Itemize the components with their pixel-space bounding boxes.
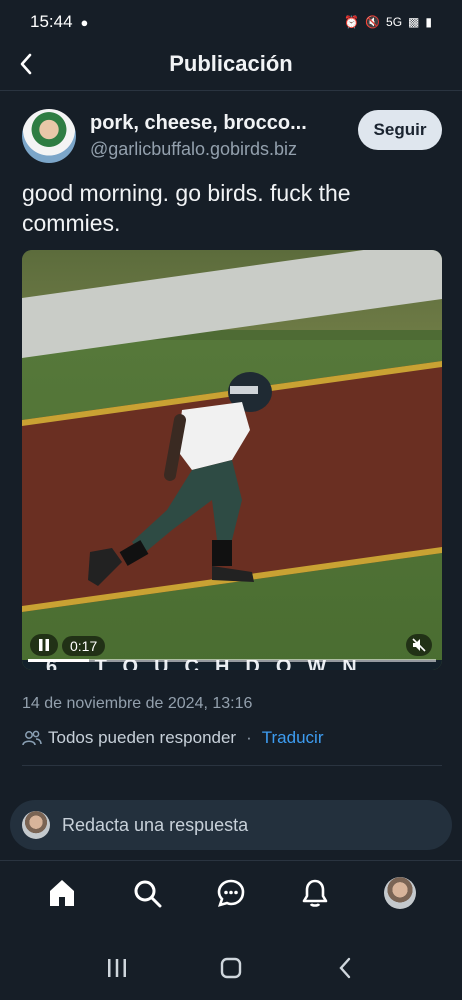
reply-settings-row: Todos pueden responder · Traducir [22, 728, 323, 748]
nav-divider [0, 860, 462, 861]
status-bar: 15:44 ● ⏰ 🔇 5G ▩ ▮ [0, 0, 462, 44]
speaker-muted-icon [412, 638, 426, 652]
dot-separator: · [246, 728, 252, 747]
status-time: 15:44 [30, 12, 73, 31]
battery-icon: ▮ [425, 15, 432, 29]
people-icon [22, 730, 42, 746]
nav-profile[interactable] [377, 870, 423, 916]
pause-icon [39, 639, 49, 651]
home-system-button[interactable] [211, 948, 251, 988]
post-author: pork, cheese, brocco... @garlicbuffalo.g… [22, 108, 442, 164]
author-avatar[interactable] [22, 109, 76, 163]
chat-icon [217, 879, 245, 907]
post-text: good morning. go birds. fuck the commies… [22, 180, 351, 236]
video-current-time: 0:17 [62, 636, 106, 656]
nav-home[interactable] [39, 870, 85, 916]
avatar [383, 877, 416, 909]
reply-compose-bar[interactable]: Redacta una respuesta [10, 800, 452, 850]
bell-icon [303, 879, 328, 907]
author-display-name[interactable]: pork, cheese, brocco... [90, 112, 340, 135]
page-title: Publicación [169, 51, 293, 76]
bottom-nav [0, 862, 462, 924]
nav-messages[interactable] [208, 870, 254, 916]
translate-link[interactable]: Traducir [262, 728, 324, 748]
reply-placeholder: Redacta una respuesta [62, 814, 249, 835]
back-button[interactable] [0, 40, 52, 88]
follow-button[interactable]: Seguir [358, 110, 442, 150]
home-square-icon [220, 957, 242, 978]
recent-apps-button[interactable] [97, 948, 137, 988]
pause-button[interactable] [30, 634, 58, 656]
back-chevron-icon [339, 957, 351, 978]
back-arrow-icon [20, 53, 32, 75]
mute-button[interactable] [406, 634, 432, 656]
system-nav-bar [0, 945, 462, 990]
alarm-icon: ⏰ [344, 15, 360, 29]
video-progress-bar[interactable] [28, 659, 436, 662]
video-controls: 0:17 [22, 630, 442, 670]
back-system-button[interactable] [325, 948, 365, 988]
top-bar: Publicación [0, 40, 462, 88]
home-icon [50, 880, 75, 906]
notification-icons: ● [80, 14, 89, 30]
post-video[interactable]: 6 TOUCHDOWN 0:17 [22, 250, 442, 670]
search-icon [134, 880, 162, 908]
nav-notifications[interactable] [292, 870, 338, 916]
post-timestamp: 14 de noviembre de 2024, 13:16 [22, 695, 253, 712]
nav-search[interactable] [124, 870, 170, 916]
stats-divider [22, 765, 442, 766]
mute-icon: 🔇 [365, 15, 381, 29]
video-progress-fill [28, 659, 90, 662]
recent-apps-icon [108, 958, 126, 977]
reply-permission-label: Todos pueden responder [48, 728, 237, 747]
my-avatar [22, 811, 50, 839]
header-divider [0, 90, 462, 91]
signal-icon: ▩ [408, 15, 420, 29]
video-player-figure [88, 372, 272, 586]
network-label: 5G [386, 15, 403, 29]
